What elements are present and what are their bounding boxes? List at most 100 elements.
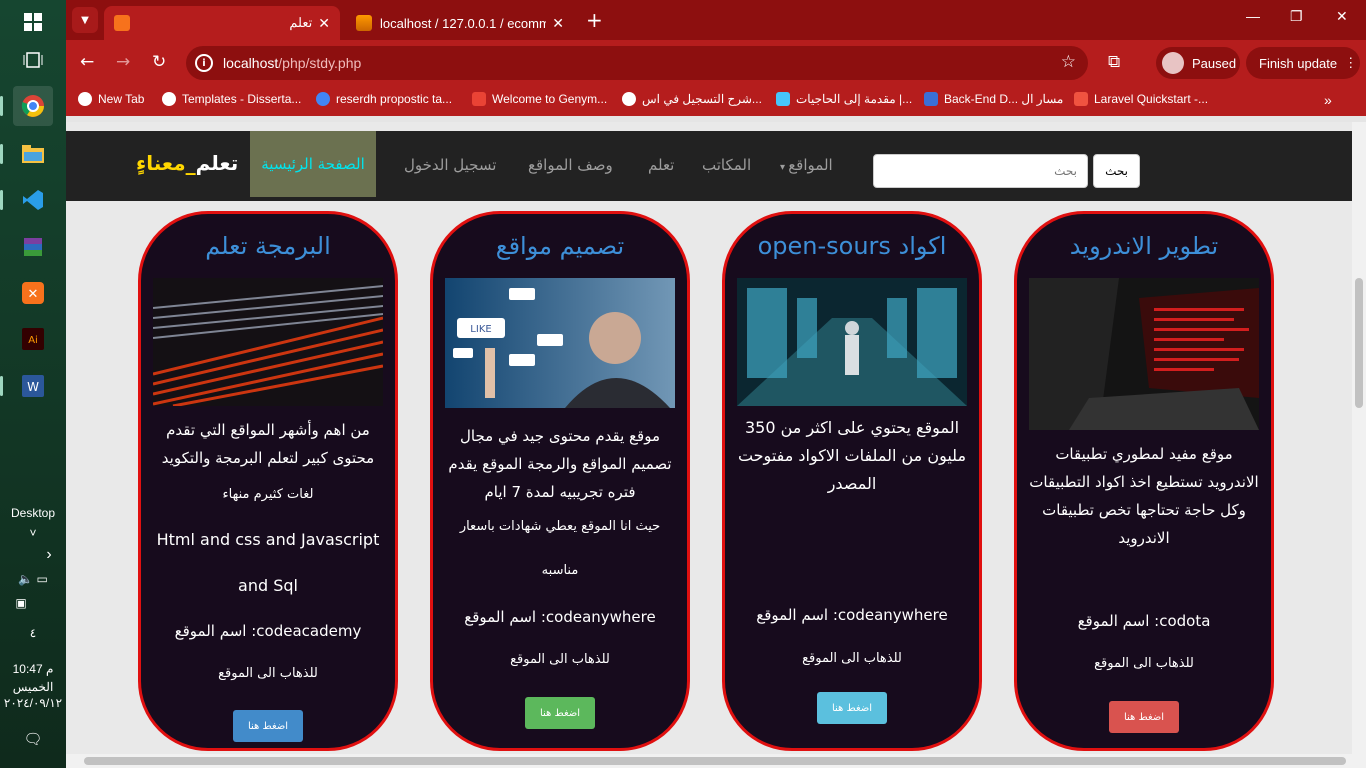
- tab-strip: ▼ تعلم ✕ localhost / 127.0.0.1 / ecommer…: [66, 0, 1366, 40]
- tab-search-icon[interactable]: ▼: [72, 7, 98, 33]
- illustrator-icon[interactable]: Ai: [13, 319, 53, 359]
- horizontal-scrollbar[interactable]: [66, 754, 1366, 768]
- svg-text:LIKE: LIKE: [470, 324, 491, 335]
- restore-icon[interactable]: ❐: [1290, 8, 1303, 25]
- card-title: البرمجة تعلم: [205, 232, 331, 260]
- bookmark-star-icon[interactable]: ☆: [1061, 52, 1076, 72]
- svg-text:W: W: [27, 380, 39, 394]
- file-explorer-icon[interactable]: [13, 134, 53, 174]
- clock-date[interactable]: ٢٠٢٤/٠٩/١٢: [0, 696, 66, 710]
- server-room-image: [737, 278, 967, 406]
- clock-day[interactable]: الخميس: [0, 680, 66, 694]
- nav-login[interactable]: تسجيل الدخول: [404, 156, 496, 174]
- bookmark-item[interactable]: مقدمة إلى الحاجيات |...: [776, 92, 912, 106]
- site-info-icon[interactable]: i: [195, 54, 213, 72]
- card-go-button[interactable]: اضغط هنا: [1109, 701, 1179, 733]
- card-title: تصميم مواقع: [495, 232, 625, 260]
- card-site-name: اسم الموقع :codeacademy: [174, 622, 362, 640]
- card-title: تطوير الاندرويد: [1069, 232, 1219, 260]
- new-tab-icon[interactable]: +: [586, 8, 603, 32]
- tab-phpmyadmin[interactable]: localhost / 127.0.0.1 / ecommer ✕: [346, 6, 574, 40]
- forward-icon[interactable]: →: [116, 52, 130, 72]
- card-go-button[interactable]: اضغط هنا: [525, 697, 595, 729]
- card-go-button[interactable]: اضغط هنا: [233, 710, 303, 742]
- card-web-design: تصميم مواقع LIKE موقع يقدم محتوى جيد في …: [430, 211, 690, 751]
- finish-update-button[interactable]: Finish update ⋮: [1246, 47, 1360, 79]
- browser-window: ▼ تعلم ✕ localhost / 127.0.0.1 / ecommer…: [66, 0, 1366, 768]
- scrollbar-thumb[interactable]: [1355, 278, 1363, 408]
- nav-libraries[interactable]: المكاتب: [702, 156, 751, 174]
- card-extra: and Sql: [238, 576, 298, 595]
- close-window-icon[interactable]: ✕: [1336, 8, 1348, 25]
- bookmark-item[interactable]: Templates - Disserta...: [162, 92, 301, 106]
- profile-button[interactable]: Paused: [1156, 47, 1240, 79]
- close-tab-icon[interactable]: ✕: [318, 15, 330, 32]
- card-go-label: للذهاب الى الموقع: [802, 651, 902, 666]
- language-indicator[interactable]: ٤: [0, 626, 66, 640]
- nav-sites-dropdown[interactable]: ▾ المواقع: [780, 156, 833, 174]
- site-navbar: تعلم_معناءٍ الصفحة الرئيسية تسجيل الدخول…: [66, 131, 1352, 201]
- nav-describe[interactable]: وصف المواقع: [528, 156, 613, 174]
- web-page: تعلم_معناءٍ الصفحة الرئيسية تسجيل الدخول…: [66, 122, 1352, 754]
- card-go-button[interactable]: اضغط هنا: [817, 692, 887, 724]
- address-bar[interactable]: i localhost/php/stdy.php ☆: [186, 46, 1088, 80]
- task-view-icon[interactable]: [13, 40, 53, 80]
- bookmark-item[interactable]: Laravel Quickstart -...: [1074, 92, 1208, 106]
- nav-learn[interactable]: تعلم: [648, 156, 674, 174]
- back-icon[interactable]: ←: [80, 52, 94, 72]
- windows-taskbar: ✕ Ai W Desktop ˅ › 🔈 ▭ ▣ ٤ 10:47 م الخمي…: [0, 0, 66, 768]
- scrollbar-thumb[interactable]: [84, 757, 1346, 765]
- bookmark-item[interactable]: New Tab: [78, 92, 144, 106]
- card-description: موقع يقدم محتوى جيد في مجال تصميم المواق…: [448, 427, 672, 501]
- notification-icon[interactable]: 🗨: [0, 730, 66, 748]
- card-title: open-sours اكواد: [757, 232, 947, 260]
- card-extra: Html and css and Javascript: [156, 530, 380, 549]
- card-site-name: اسم الموقع :codota: [1077, 612, 1211, 630]
- avatar: [1162, 52, 1184, 74]
- network-icon[interactable]: ▣: [0, 596, 54, 610]
- phpmyadmin-icon: [356, 15, 372, 31]
- like-image: LIKE: [445, 278, 675, 408]
- bookmarks-bar: New Tab Templates - Disserta... reserdh …: [66, 86, 1366, 116]
- hacker-laptop-image: [1029, 278, 1259, 430]
- clock-time[interactable]: 10:47 م: [0, 662, 66, 676]
- cables-image: [153, 278, 383, 406]
- svg-text:Ai: Ai: [28, 335, 38, 346]
- windows-start-icon[interactable]: [13, 2, 53, 42]
- tab-title: localhost / 127.0.0.1 / ecommer: [380, 15, 547, 31]
- bookmark-item[interactable]: Welcome to Genym...: [472, 92, 607, 106]
- search-button[interactable]: بحث: [1093, 154, 1140, 188]
- search-input[interactable]: [873, 154, 1088, 188]
- vscode-icon[interactable]: [13, 180, 53, 220]
- more-bookmarks-icon[interactable]: »: [1324, 92, 1332, 108]
- card-extra: لغات كثيرم منهاء: [222, 487, 314, 502]
- word-icon[interactable]: W: [13, 366, 53, 406]
- extensions-icon[interactable]: ⧉: [1108, 52, 1120, 72]
- url-text[interactable]: localhost/php/stdy.php: [223, 55, 361, 71]
- winrar-icon[interactable]: [13, 227, 53, 267]
- chevron-down-icon[interactable]: ˅: [0, 526, 66, 540]
- card-extra: مناسبه: [541, 563, 579, 578]
- volume-battery-icons[interactable]: 🔈 ▭: [0, 572, 66, 586]
- minimize-icon[interactable]: —: [1246, 8, 1260, 24]
- card-extra: حيث انا الموقع يعطي شهادات باسعار: [459, 519, 661, 534]
- card-programming: البرمجة تعلم من اهم وأشهر المواقع التي ت…: [138, 211, 398, 751]
- card-site-name: اسم الموقع :codeanywhere: [756, 606, 948, 624]
- tab-active[interactable]: تعلم ✕: [104, 6, 340, 40]
- nav-home[interactable]: الصفحة الرئيسية: [250, 131, 376, 197]
- reload-icon[interactable]: ↻: [152, 52, 166, 72]
- close-tab-icon[interactable]: ✕: [552, 15, 564, 32]
- bookmark-item[interactable]: reserdh propostic ta...: [316, 92, 452, 106]
- card-go-label: للذهاب الى الموقع: [1094, 656, 1194, 671]
- site-brand[interactable]: تعلم_معناءٍ: [136, 151, 238, 175]
- svg-text:✕: ✕: [28, 287, 39, 302]
- xampp-taskbar-icon[interactable]: ✕: [13, 273, 53, 313]
- vertical-scrollbar[interactable]: [1352, 122, 1366, 754]
- xampp-icon: [114, 15, 130, 31]
- browser-toolbar: ← → ↻ i localhost/php/stdy.php ☆ ⧉ Pause…: [66, 40, 1366, 86]
- bookmark-item[interactable]: شرح التسجيل في اس...: [622, 92, 762, 106]
- bookmark-item[interactable]: Back-End D... مسار ال: [924, 92, 1063, 106]
- desktop-label[interactable]: Desktop: [0, 506, 66, 520]
- chrome-taskbar-icon[interactable]: [13, 86, 53, 126]
- card-go-label: للذهاب الى الموقع: [218, 666, 318, 681]
